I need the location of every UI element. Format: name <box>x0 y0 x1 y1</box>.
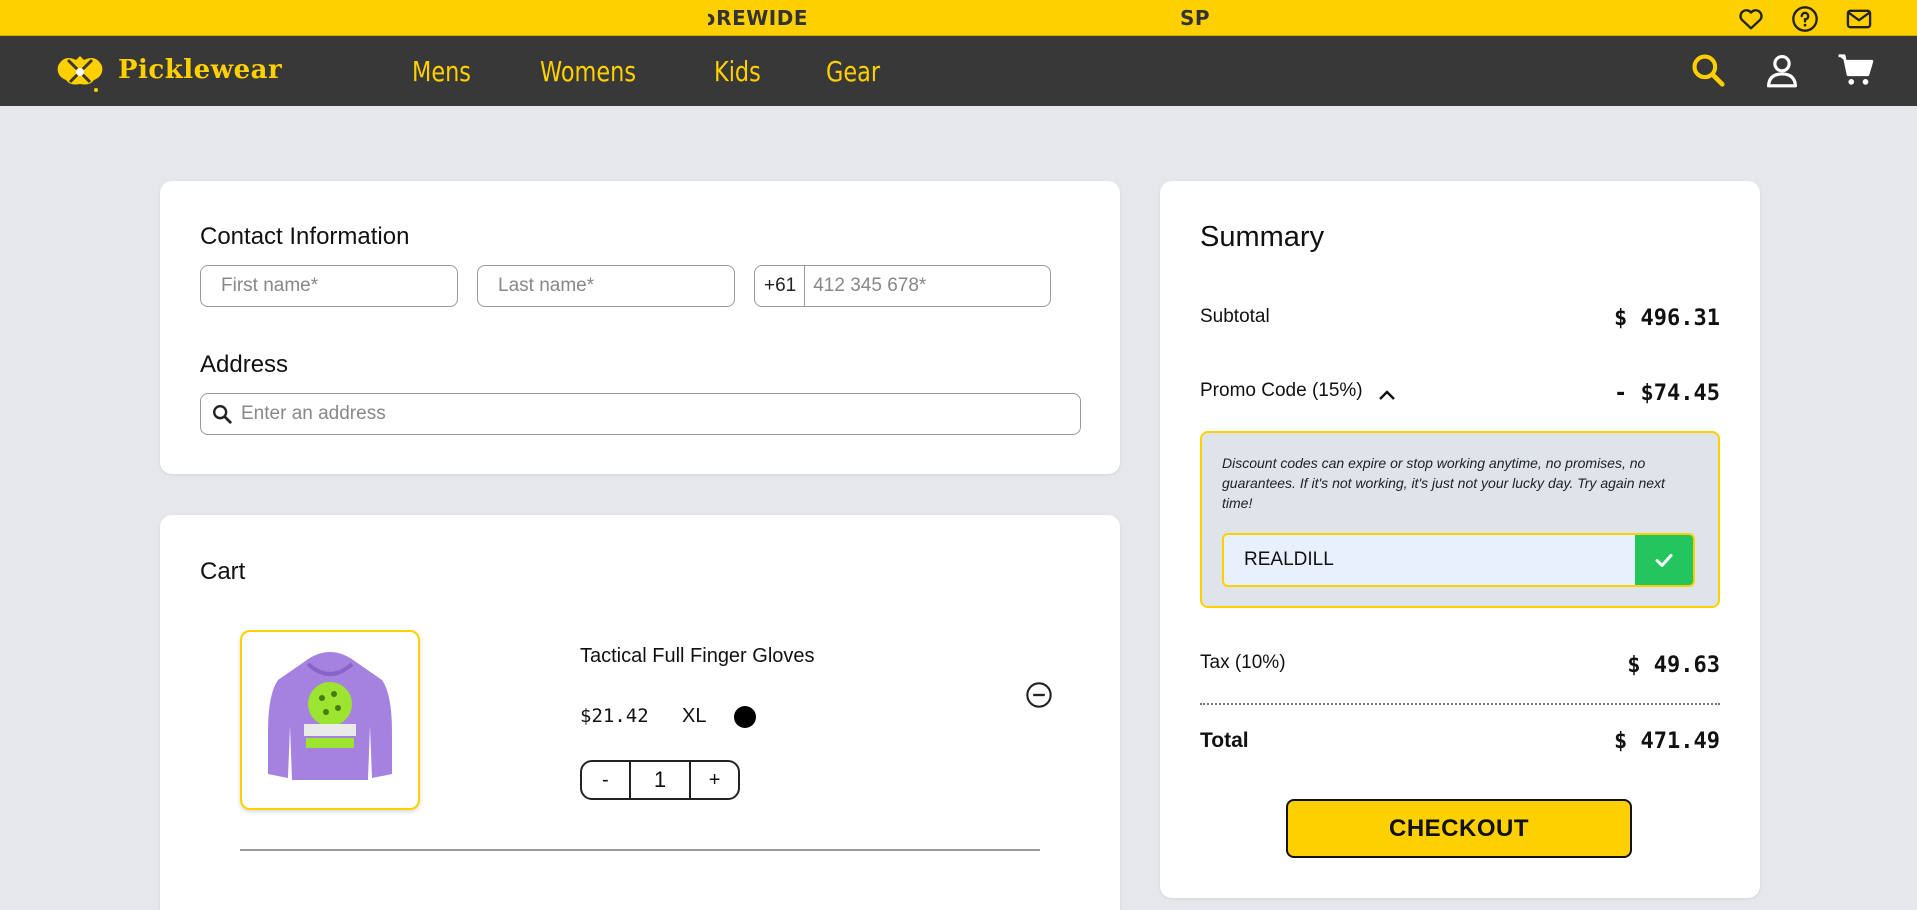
increment-button[interactable]: + <box>691 762 738 798</box>
nav-links: Mens Womens Kids Gear <box>412 36 948 106</box>
first-name-placeholder: First name* <box>221 275 319 296</box>
phone-placeholder: 412 345 678* <box>813 275 927 296</box>
promo-code-input[interactable]: REALDILL <box>1222 533 1635 587</box>
contact-card: Contact Information First name* Last nam… <box>160 181 1120 474</box>
nav-link-womens[interactable]: Womens <box>540 55 636 88</box>
search-icon[interactable] <box>1689 51 1727 89</box>
first-name-field[interactable]: First name* <box>200 265 458 307</box>
promo-toggle[interactable]: Promo Code (15%) <box>1200 380 1396 402</box>
total-value: $ 471.49 <box>1614 729 1720 754</box>
promo-disclaimer: Discount codes can expire or stop workin… <box>1222 455 1665 511</box>
chevron-up-icon <box>1378 385 1396 400</box>
help-icon[interactable] <box>1791 5 1819 33</box>
heart-icon[interactable] <box>1737 5 1765 33</box>
hoodie-image <box>268 652 392 780</box>
address-search-field[interactable]: Enter an address <box>200 393 1081 435</box>
product-name: Tactical Full Finger Gloves <box>580 645 815 667</box>
address-placeholder: Enter an address <box>241 403 386 424</box>
product-color-swatch <box>734 706 756 728</box>
apply-promo-button[interactable] <box>1635 533 1695 587</box>
phone-field[interactable]: +61 412 345 678* <box>754 265 1051 307</box>
announcement-bar: ɔREWIDE! SP <box>0 0 1917 36</box>
address-title: Address <box>200 351 289 378</box>
product-size: XL <box>682 705 707 727</box>
phone-country-code[interactable]: +61 <box>755 266 806 306</box>
summary-card: Summary Subtotal $ 496.31 Promo Code (15… <box>1160 181 1760 898</box>
last-name-field[interactable]: Last name* <box>477 265 735 307</box>
nav-link-mens[interactable]: Mens <box>412 55 471 88</box>
remove-item-icon[interactable] <box>1025 681 1053 709</box>
summary-title: Summary <box>1200 221 1325 253</box>
main-navbar: Picklewear Mens Womens Kids Gear <box>0 36 1917 106</box>
promo-panel: Discount codes can expire or stop workin… <box>1200 431 1720 608</box>
tax-label: Tax (10%) <box>1200 652 1286 673</box>
subtotal-label: Subtotal <box>1200 306 1270 327</box>
mail-icon[interactable] <box>1845 5 1873 33</box>
decrement-button[interactable]: - <box>582 762 629 798</box>
announcement-marquee-right: SP <box>1180 6 1210 30</box>
product-image[interactable] <box>240 630 420 810</box>
summary-divider <box>1200 703 1720 705</box>
brand-logo[interactable]: Picklewear <box>50 46 282 94</box>
search-icon <box>211 403 233 425</box>
nav-icons <box>1689 51 1875 89</box>
cart-title: Cart <box>200 558 246 585</box>
cart-icon[interactable] <box>1837 51 1875 89</box>
total-label: Total <box>1200 729 1249 752</box>
last-name-placeholder: Last name* <box>498 275 595 296</box>
announcement-marquee-left: ɔREWIDE! <box>708 6 808 30</box>
user-icon[interactable] <box>1763 51 1801 89</box>
quantity-value[interactable]: 1 <box>628 762 692 798</box>
checkout-button[interactable]: CHECKOUT <box>1286 799 1632 858</box>
quantity-stepper: - 1 + <box>580 760 740 800</box>
cart-card: Cart Tactical Full Finger Gloves $21.42 … <box>160 515 1120 910</box>
top-icons <box>1737 5 1873 33</box>
promo-discount-value: - $74.45 <box>1614 381 1720 406</box>
tax-value: $ 49.63 <box>1627 653 1720 678</box>
promo-label: Promo Code (15%) <box>1200 380 1363 401</box>
pickleball-paddles-icon <box>50 46 110 94</box>
nav-link-kids[interactable]: Kids <box>714 55 761 88</box>
cart-divider <box>240 849 1040 851</box>
check-icon <box>1655 554 1673 567</box>
nav-link-gear[interactable]: Gear <box>826 55 880 88</box>
subtotal-value: $ 496.31 <box>1614 306 1720 331</box>
product-price: $21.42 <box>580 705 649 727</box>
brand-name: Picklewear <box>118 55 283 85</box>
contact-title: Contact Information <box>200 223 410 250</box>
